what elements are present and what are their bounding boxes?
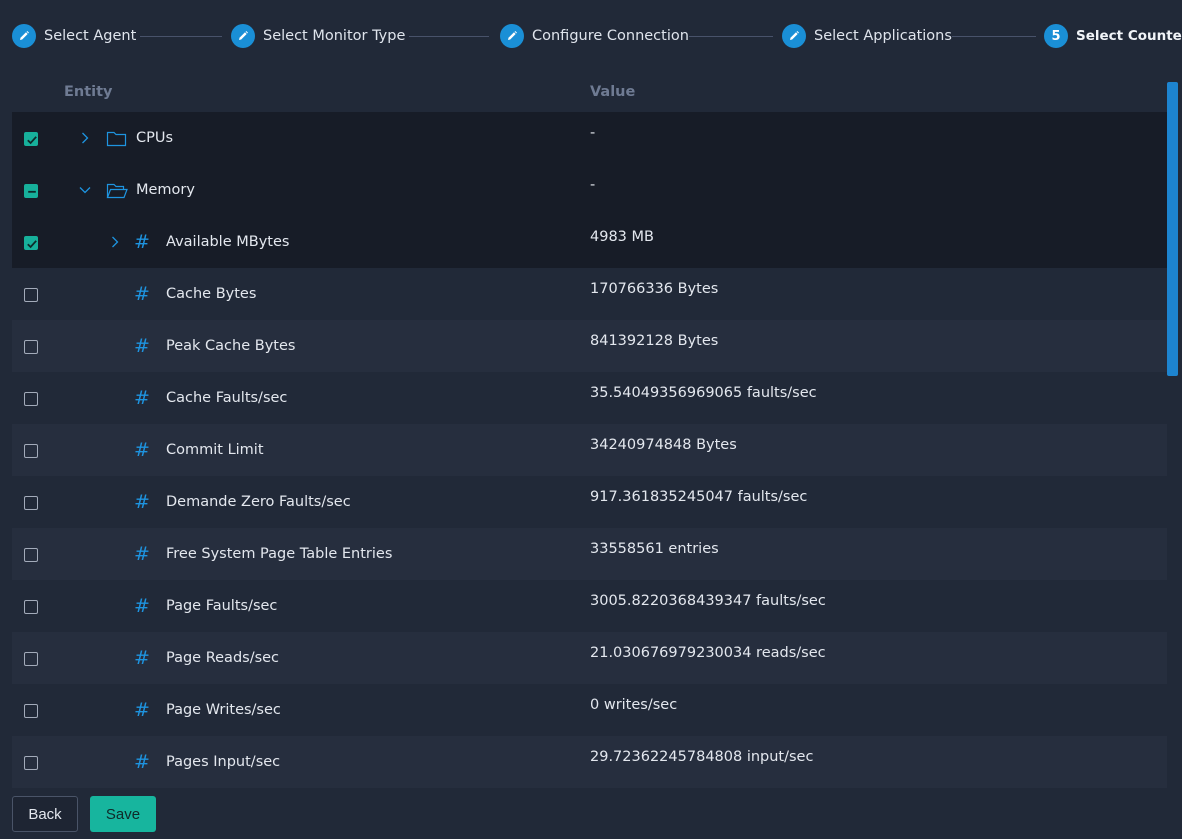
row-checkbox[interactable] (24, 444, 38, 458)
table-row[interactable]: # Cache Faults/sec 35.54049356969065 fault… (12, 372, 1167, 424)
table-row[interactable]: CPUs - (12, 112, 1167, 164)
table-row[interactable]: # Free System Page Table Entries 33558561 … (12, 528, 1167, 580)
hash-icon: # (134, 387, 150, 409)
row-checkbox[interactable] (24, 340, 38, 354)
table-row[interactable]: # Pages Input/sec 29.72362245784808 input/… (12, 736, 1167, 788)
chevron-right-icon[interactable] (78, 130, 92, 144)
entity-name: Pages Input/sec (166, 754, 281, 770)
step-label: Configure Connection (532, 28, 689, 44)
row-checkbox[interactable] (24, 392, 38, 406)
table-row[interactable]: # Cache Bytes 170766336 Bytes (12, 268, 1167, 320)
row-checkbox[interactable] (24, 132, 38, 146)
chevron-right-icon[interactable] (108, 234, 122, 248)
table-row[interactable]: # Available MBytes 4983 MB (12, 216, 1167, 268)
save-button[interactable]: Save (90, 796, 156, 832)
table-row[interactable]: # Commit Limit 34240974848 Bytes (12, 424, 1167, 476)
step-label: Select Monitor Type (263, 28, 406, 44)
counter-value: 4983 MB (590, 229, 654, 245)
step-connector (689, 36, 773, 37)
hash-icon: # (134, 543, 150, 565)
hash-icon: # (134, 231, 150, 253)
pencil-icon (231, 24, 255, 48)
entity-name: Peak Cache Bytes (166, 338, 296, 354)
hash-icon: # (134, 283, 150, 305)
folder-open-icon (106, 182, 128, 200)
entity-name: CPUs (136, 130, 174, 146)
entity-name: Page Writes/sec (166, 702, 281, 718)
counter-value: 29.72362245784808 input/sec (590, 749, 814, 765)
row-checkbox[interactable] (24, 496, 38, 510)
step-connector (409, 36, 489, 37)
hash-icon: # (134, 439, 150, 461)
step-connector (140, 36, 222, 37)
table-row[interactable]: # Page Faults/sec 3005.8220368439347 fault… (12, 580, 1167, 632)
counter-value: 0 writes/sec (590, 697, 678, 713)
entity-name: Memory (136, 182, 195, 198)
step-select-counters[interactable]: 5 Select Counters (1044, 23, 1182, 49)
step-configure-connection[interactable]: Configure Connection (500, 23, 689, 49)
counter-value: 34240974848 Bytes (590, 437, 737, 453)
counter-value: 917.361835245047 faults/sec (590, 489, 808, 505)
row-checkbox[interactable] (24, 756, 38, 770)
row-checkbox[interactable] (24, 184, 38, 198)
back-button[interactable]: Back (12, 796, 78, 832)
table-row[interactable]: # Page Reads/sec 21.030676979230034 reads/… (12, 632, 1167, 684)
entity-name: Cache Faults/sec (166, 390, 288, 406)
hash-icon: # (134, 335, 150, 357)
row-checkbox[interactable] (24, 704, 38, 718)
table-row[interactable]: Memory - (12, 164, 1167, 216)
entity-name: Cache Bytes (166, 286, 257, 302)
wizard-stepper: Select Agent Select Monitor Type Configu… (0, 0, 1182, 72)
step-number: 5 (1044, 24, 1068, 48)
step-select-applications[interactable]: Select Applications (782, 23, 952, 49)
row-checkbox[interactable] (24, 548, 38, 562)
pencil-icon (12, 24, 36, 48)
folder-icon (106, 130, 128, 148)
table-row[interactable]: # Peak Cache Bytes 841392128 Bytes (12, 320, 1167, 372)
step-connector (952, 36, 1036, 37)
entity-name: Free System Page Table Entries (166, 546, 393, 562)
chevron-down-icon[interactable] (78, 182, 92, 196)
step-select-agent[interactable]: Select Agent (12, 23, 136, 49)
counter-value: - (590, 177, 596, 193)
row-checkbox[interactable] (24, 288, 38, 302)
row-checkbox[interactable] (24, 600, 38, 614)
counter-value: 33558561 entries (590, 541, 719, 557)
entity-name: Page Reads/sec (166, 650, 280, 666)
hash-icon: # (134, 647, 150, 669)
entity-name: Page Faults/sec (166, 598, 278, 614)
table-row[interactable]: # Page Writes/sec 0 writes/sec (12, 684, 1167, 736)
counter-tree-table: CPUs - Memory - # Available MBytes 4983 MB # Cac… (12, 112, 1167, 788)
entity-name: Commit Limit (166, 442, 264, 458)
counter-value: 21.030676979230034 reads/sec (590, 645, 826, 661)
hash-icon: # (134, 491, 150, 513)
column-header-entity: Entity (64, 84, 113, 100)
counter-value: 3005.8220368439347 faults/sec (590, 593, 826, 609)
row-checkbox[interactable] (24, 652, 38, 666)
entity-name: Available MBytes (166, 234, 290, 250)
hash-icon: # (134, 751, 150, 773)
row-checkbox[interactable] (24, 236, 38, 250)
hash-icon: # (134, 699, 150, 721)
column-header-value: Value (590, 84, 636, 100)
hash-icon: # (134, 595, 150, 617)
counter-value: - (590, 125, 596, 141)
step-select-monitor-type[interactable]: Select Monitor Type (231, 23, 405, 49)
vertical-scrollbar[interactable] (1167, 82, 1178, 376)
table-header: Entity Value (12, 72, 1167, 112)
table-row[interactable]: # Demande Zero Faults/sec 917.361835245047… (12, 476, 1167, 528)
pencil-icon (500, 24, 524, 48)
step-label: Select Agent (44, 28, 137, 44)
pencil-icon (782, 24, 806, 48)
counter-value: 841392128 Bytes (590, 333, 719, 349)
counter-value: 170766336 Bytes (590, 281, 719, 297)
counter-value: 35.54049356969065 faults/sec (590, 385, 817, 401)
step-label: Select Applications (814, 28, 952, 44)
entity-name: Demande Zero Faults/sec (166, 494, 351, 510)
step-label: Select Counters (1076, 28, 1182, 44)
